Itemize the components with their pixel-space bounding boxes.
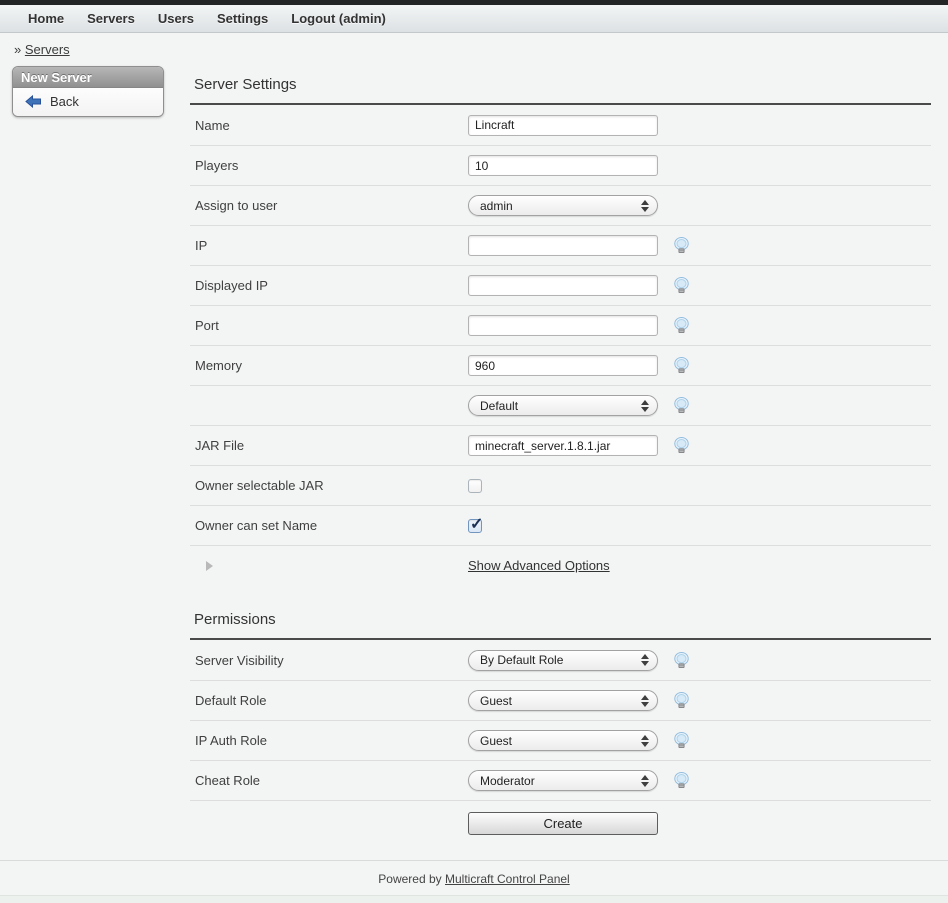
help-bulb-icon[interactable] — [674, 397, 689, 414]
footer-text: Powered by — [378, 872, 441, 886]
select-stepper-icon — [641, 695, 649, 707]
select-value: admin — [480, 199, 641, 213]
help-bulb-icon[interactable] — [674, 317, 689, 334]
field-label: Port — [190, 318, 468, 333]
field-label: Server Visibility — [190, 653, 468, 668]
select-stepper-icon — [641, 654, 649, 666]
field-label: IP Auth Role — [190, 733, 468, 748]
form-row-owner-selectable-jar: Owner selectable JAR — [190, 465, 931, 505]
sidebar-title: New Server — [13, 67, 163, 88]
main-content: Server Settings Name Players Assign to u… — [190, 76, 931, 846]
form-row-port: Port — [190, 305, 931, 345]
expand-triangle-icon[interactable] — [206, 561, 213, 571]
name-input[interactable] — [468, 115, 658, 136]
nav-item-servers[interactable]: Servers — [87, 11, 135, 26]
field-label: Memory — [190, 358, 468, 373]
select-value: By Default Role — [480, 653, 641, 667]
jar-file-input[interactable] — [468, 435, 658, 456]
help-bulb-icon[interactable] — [674, 277, 689, 294]
sidebar-panel: New Server Back — [12, 66, 164, 117]
field-label: Name — [190, 118, 468, 133]
form-row-create: Create — [190, 800, 931, 846]
form-row-owner-can-set-name: Owner can set Name — [190, 505, 931, 545]
field-label: Cheat Role — [190, 773, 468, 788]
cheat-role-select[interactable]: Moderator — [468, 770, 658, 791]
footer: Powered by Multicraft Control Panel — [0, 860, 948, 898]
select-stepper-icon — [641, 200, 649, 212]
show-advanced-options-link[interactable]: Show Advanced Options — [468, 558, 610, 573]
field-label: IP — [190, 238, 468, 253]
ip-auth-role-select[interactable]: Guest — [468, 730, 658, 751]
form-row-ip-auth-role: IP Auth Role Guest — [190, 720, 931, 760]
form-row-assign-user: Assign to user admin — [190, 185, 931, 225]
footer-link-multicraft[interactable]: Multicraft Control Panel — [445, 872, 570, 886]
breadcrumb-marker: » — [14, 42, 21, 57]
field-label: Default Role — [190, 693, 468, 708]
help-bulb-icon[interactable] — [674, 692, 689, 709]
players-input[interactable] — [468, 155, 658, 176]
select-value: Default — [480, 399, 641, 413]
form-row-displayed-ip: Displayed IP — [190, 265, 931, 305]
nav-item-users[interactable]: Users — [158, 11, 194, 26]
form-row-advanced: Show Advanced Options — [190, 545, 931, 585]
displayed-ip-input[interactable] — [468, 275, 658, 296]
nav-item-logout[interactable]: Logout (admin) — [291, 11, 386, 26]
breadcrumb-link-servers[interactable]: Servers — [25, 42, 70, 57]
main-nav: Home Servers Users Settings Logout (admi… — [0, 5, 948, 33]
back-label: Back — [50, 94, 79, 109]
help-bulb-icon[interactable] — [674, 437, 689, 454]
select-stepper-icon — [641, 400, 649, 412]
server-visibility-select[interactable]: By Default Role — [468, 650, 658, 671]
port-input[interactable] — [468, 315, 658, 336]
select-value: Guest — [480, 694, 641, 708]
nav-item-home[interactable]: Home — [28, 11, 64, 26]
section-title-server-settings: Server Settings — [190, 76, 931, 93]
select-stepper-icon — [641, 775, 649, 787]
back-button[interactable]: Back — [13, 88, 163, 116]
field-label: JAR File — [190, 438, 468, 453]
back-arrow-icon — [25, 95, 42, 108]
help-bulb-icon[interactable] — [674, 732, 689, 749]
create-button[interactable]: Create — [468, 812, 658, 835]
ip-input[interactable] — [468, 235, 658, 256]
form-row-players: Players — [190, 145, 931, 185]
checkbox-unchecked[interactable] — [468, 479, 482, 493]
form-row-server-visibility: Server Visibility By Default Role — [190, 640, 931, 680]
default-role-select[interactable]: Guest — [468, 690, 658, 711]
section-title-permissions: Permissions — [190, 611, 931, 628]
memory-input[interactable] — [468, 355, 658, 376]
help-bulb-icon[interactable] — [674, 772, 689, 789]
help-bulb-icon[interactable] — [674, 237, 689, 254]
form-row-ip: IP — [190, 225, 931, 265]
form-row-default-role: Default Role Guest — [190, 680, 931, 720]
field-label: Assign to user — [190, 198, 468, 213]
default-select[interactable]: Default — [468, 395, 658, 416]
help-bulb-icon[interactable] — [674, 652, 689, 669]
form-row-jar-file: JAR File — [190, 425, 931, 465]
field-label: Owner can set Name — [190, 518, 468, 533]
select-stepper-icon — [641, 735, 649, 747]
select-value: Moderator — [480, 774, 641, 788]
checkbox-checked-icon[interactable] — [468, 519, 482, 533]
nav-item-settings[interactable]: Settings — [217, 11, 268, 26]
help-bulb-icon[interactable] — [674, 357, 689, 374]
bottom-strip — [0, 895, 948, 903]
form-row-memory: Memory — [190, 345, 931, 385]
breadcrumb: » Servers — [0, 33, 948, 57]
form-row-name: Name — [190, 105, 931, 145]
select-value: Guest — [480, 734, 641, 748]
field-label: Players — [190, 158, 468, 173]
form-row-cheat-role: Cheat Role Moderator — [190, 760, 931, 800]
field-label: Owner selectable JAR — [190, 478, 468, 493]
field-label: Displayed IP — [190, 278, 468, 293]
form-row-world-type: Default — [190, 385, 931, 425]
assign-user-select[interactable]: admin — [468, 195, 658, 216]
